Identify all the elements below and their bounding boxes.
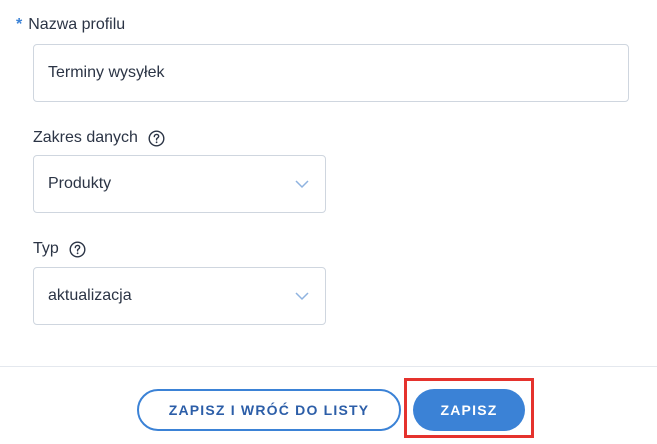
data-scope-label-text: Zakres danych (33, 129, 138, 146)
type-label-text: Typ (33, 240, 59, 257)
type-select[interactable]: aktualizacja (33, 267, 326, 325)
question-circle-icon[interactable] (148, 129, 165, 147)
form-footer: ZAPISZ I WRÓĆ DO LISTY ZAPISZ (0, 366, 657, 444)
profile-form: * Nazwa profilu Zakres danych Produkty T… (0, 0, 657, 366)
data-scope-select[interactable]: Produkty (33, 155, 326, 213)
profile-name-input[interactable] (48, 64, 614, 82)
chevron-down-icon (295, 292, 309, 301)
type-selected-value: aktualizacja (48, 287, 132, 304)
data-scope-selected-value: Produkty (48, 175, 112, 192)
type-label: Typ (33, 239, 86, 259)
chevron-down-icon (295, 180, 309, 189)
required-mark: * (16, 16, 23, 33)
save-and-back-button[interactable]: ZAPISZ I WRÓĆ DO LISTY (137, 389, 401, 431)
profile-name-label: * Nazwa profilu (16, 15, 125, 35)
question-circle-icon[interactable] (69, 240, 86, 258)
save-button[interactable]: ZAPISZ (413, 389, 525, 431)
profile-name-field[interactable] (33, 44, 629, 102)
data-scope-label: Zakres danych (33, 128, 165, 148)
profile-name-label-text: Nazwa profilu (28, 16, 126, 33)
